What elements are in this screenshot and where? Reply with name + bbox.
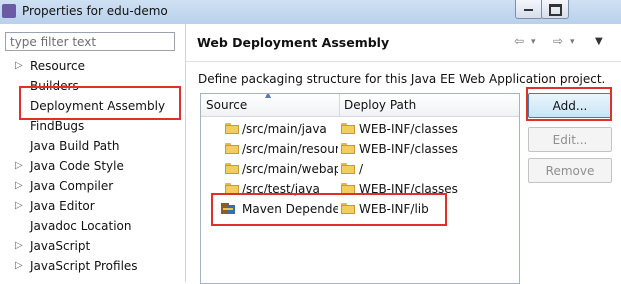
edit-button[interactable]: Edit... [528,127,612,152]
maven-library-icon [221,202,235,215]
table-row[interactable]: /src/main/webapp / [201,159,519,179]
forward-menu-icon[interactable]: ▾ [570,37,575,47]
source-cell: /src/main/resources [242,142,338,156]
page-title: Web Deployment Assembly [197,35,390,50]
table-row[interactable]: /src/main/resources WEB-INF/classes [201,139,519,159]
folder-icon [225,143,239,154]
source-cell: /src/test/java [242,182,320,196]
deploy-path-cell: WEB-INF/lib [359,202,429,216]
minimize-button[interactable] [515,0,543,19]
expand-arrow-icon[interactable]: ▷ [15,56,23,76]
expand-arrow-icon[interactable]: ▷ [15,256,23,276]
window-titlebar: Properties for edu-demo [0,0,621,25]
folder-icon [341,123,355,134]
sort-ascending-icon: ▲ [265,93,272,99]
maximize-button[interactable] [541,0,569,19]
page-header: Web Deployment Assembly ⇦ ▾ ⇨ ▾ ▼ [186,24,621,62]
view-menu-icon[interactable]: ▼ [595,36,603,47]
deploy-path-cell: WEB-INF/classes [359,142,458,156]
back-arrow-icon[interactable]: ⇦ [514,34,524,48]
column-divider[interactable] [339,94,340,116]
table-header: ▲ Source Deploy Path [201,94,519,117]
source-cell: /src/main/java [242,122,327,136]
add-button[interactable]: Add... [528,93,612,118]
source-cell: /src/main/webapp [242,162,338,176]
tree-item-label: Javadoc Location [30,219,132,233]
deploy-path-cell: WEB-INF/classes [359,122,458,136]
folder-icon [341,203,355,214]
expand-arrow-icon[interactable]: ▷ [15,196,23,216]
column-header-deploy-path[interactable]: Deploy Path [344,94,416,116]
folder-icon [341,163,355,174]
folder-icon [225,163,239,174]
folder-icon [225,183,239,194]
folder-icon [341,183,355,194]
tree-item-label: Builders [30,79,79,93]
deploy-path-cell: WEB-INF/classes [359,182,458,196]
deployment-assembly-table[interactable]: ▲ Source Deploy Path /src/main/java WEB-… [200,93,520,284]
page-description: Define packaging structure for this Java… [198,72,606,86]
back-menu-icon[interactable]: ▾ [531,37,536,47]
deploy-path-cell: / [359,162,364,176]
tree-item-label: Java Editor [30,199,95,213]
table-row[interactable]: Maven Dependencies WEB-INF/lib [201,199,519,219]
expand-arrow-icon[interactable]: ▷ [15,176,23,196]
eclipse-app-icon [2,4,16,18]
folder-icon [341,143,355,154]
forward-arrow-icon[interactable]: ⇨ [553,34,563,48]
tree-item-label: JavaScript [30,239,91,253]
tree-item-label: Java Code Style [30,159,124,173]
page-content: Web Deployment Assembly ⇦ ▾ ⇨ ▾ ▼ Define… [186,24,621,284]
expand-arrow-icon[interactable]: ▷ [15,236,23,256]
source-cell: Maven Dependencies [242,202,338,216]
table-row[interactable]: /src/main/java WEB-INF/classes [201,119,519,139]
tree-item-label: Java Compiler [30,179,114,193]
tree-item-label: FindBugs [30,119,85,133]
expand-arrow-icon[interactable]: ▷ [15,156,23,176]
folder-icon [225,123,239,134]
column-header-source[interactable]: Source [206,94,247,116]
tree-item-label: Java Build Path [30,139,120,153]
tree-item-label: Resource [30,59,86,73]
filter-input[interactable] [5,32,175,51]
properties-nav-pane: ▷ Resource Builders Deployment Assembly … [0,24,186,282]
remove-button[interactable]: Remove [528,158,612,183]
table-row[interactable]: /src/test/java WEB-INF/classes [201,179,519,199]
window-title: Properties for edu-demo [22,4,168,18]
tree-item-label: Deployment Assembly [30,99,166,113]
tree-item-label: JavaScript Profiles [30,259,138,273]
